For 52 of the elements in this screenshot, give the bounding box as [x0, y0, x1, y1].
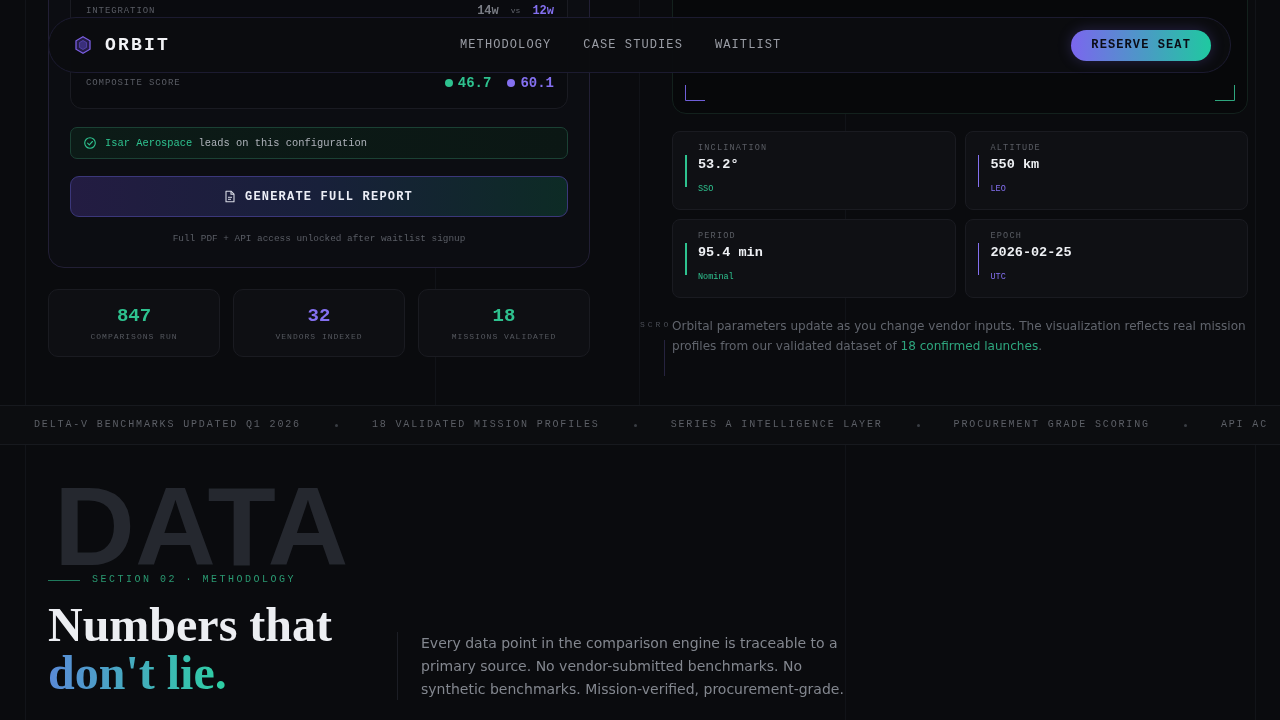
scroll-hint: SCRO [640, 320, 672, 330]
parameter-label: INCLINATION [698, 142, 768, 154]
generate-report-button[interactable]: GENERATE FULL REPORT [70, 176, 568, 217]
ticker-item: API AC [1220, 419, 1268, 431]
corner-bracket-icon [685, 85, 705, 101]
section-eyebrow: SECTION 02 · METHODOLOGY [92, 574, 297, 586]
metric-label: COMPOSITE SCORE [86, 77, 181, 89]
metric-value: 46.7 [457, 75, 492, 91]
stat-label: COMPARISONS RUN [90, 331, 178, 343]
parameter-value: 550 km [990, 156, 1040, 174]
check-circle-icon [84, 137, 96, 149]
stat-label: MISSIONS VALIDATED [451, 331, 557, 343]
logo-icon [75, 36, 91, 54]
section-heading: Numbers that don't lie. [48, 601, 333, 697]
parameter-label: EPOCH [990, 230, 1022, 242]
parameter-label: ALTITUDE [990, 142, 1041, 154]
parameter-label: PERIOD [698, 230, 736, 242]
metric-value: 12w [532, 3, 554, 19]
document-icon [225, 190, 235, 203]
parameter-note: LEO [990, 183, 1006, 195]
stat-value: 18 [492, 305, 516, 327]
metric-label: INTEGRATION [86, 5, 156, 17]
ticker-item: 18 VALIDATED MISSION PROFILES [371, 419, 600, 431]
nav-link[interactable]: CASE STUDIES [583, 37, 683, 53]
separator-dot-icon [633, 423, 637, 427]
metric-value: 14w [477, 3, 499, 19]
nav-link[interactable]: METHODOLOGY [460, 37, 552, 53]
reserve-seat-button[interactable]: RESERVE SEAT [1071, 29, 1211, 61]
unlock-note: Full PDF + API access unlocked after waitlist signup [171, 233, 467, 245]
parameter-note: Nominal [698, 271, 734, 283]
ticker-item: DELTA-V BENCHMARKS UPDATED Q1 2026 [34, 419, 301, 431]
stat-label: VENDORS INDEXED [275, 331, 363, 343]
corner-bracket-icon [1215, 85, 1235, 101]
parameter-value: 53.2° [698, 156, 739, 174]
separator-dot-icon [334, 423, 338, 427]
section-body: Every data point in the comparison engine is traceable to a primary source. No vendor-submitted benchmarks. No synthetic benchmarks. Mission-verified, procurement-grade. [421, 634, 845, 699]
nav-link[interactable]: WAITLIST [714, 37, 782, 53]
parameter-value: 2026-02-25 [990, 244, 1072, 262]
metric-value: 60.1 [520, 75, 554, 91]
ticker-item: PROCUREMENT GRADE SCORING [953, 419, 1150, 431]
leader-message: Isar Aerospace leads on this configuration [105, 136, 367, 150]
orbit-description: Orbital parameters update as you change vendor inputs. The visualization reflects real mission profiles from our validated dataset of 18 confirmed launches. [672, 318, 1247, 355]
parameter-value: 95.4 min [698, 244, 763, 262]
separator-dot-icon [1183, 423, 1187, 427]
versus-label: vs [510, 6, 521, 16]
parameter-note: SSO [698, 183, 714, 195]
stat-value: 847 [116, 305, 152, 327]
separator-dot-icon [916, 423, 920, 427]
stat-value: 32 [307, 305, 331, 327]
parameter-note: UTC [990, 271, 1006, 283]
brand-name[interactable]: ORBIT [105, 34, 170, 56]
ticker-item: SERIES A INTELLIGENCE LAYER [670, 419, 883, 431]
